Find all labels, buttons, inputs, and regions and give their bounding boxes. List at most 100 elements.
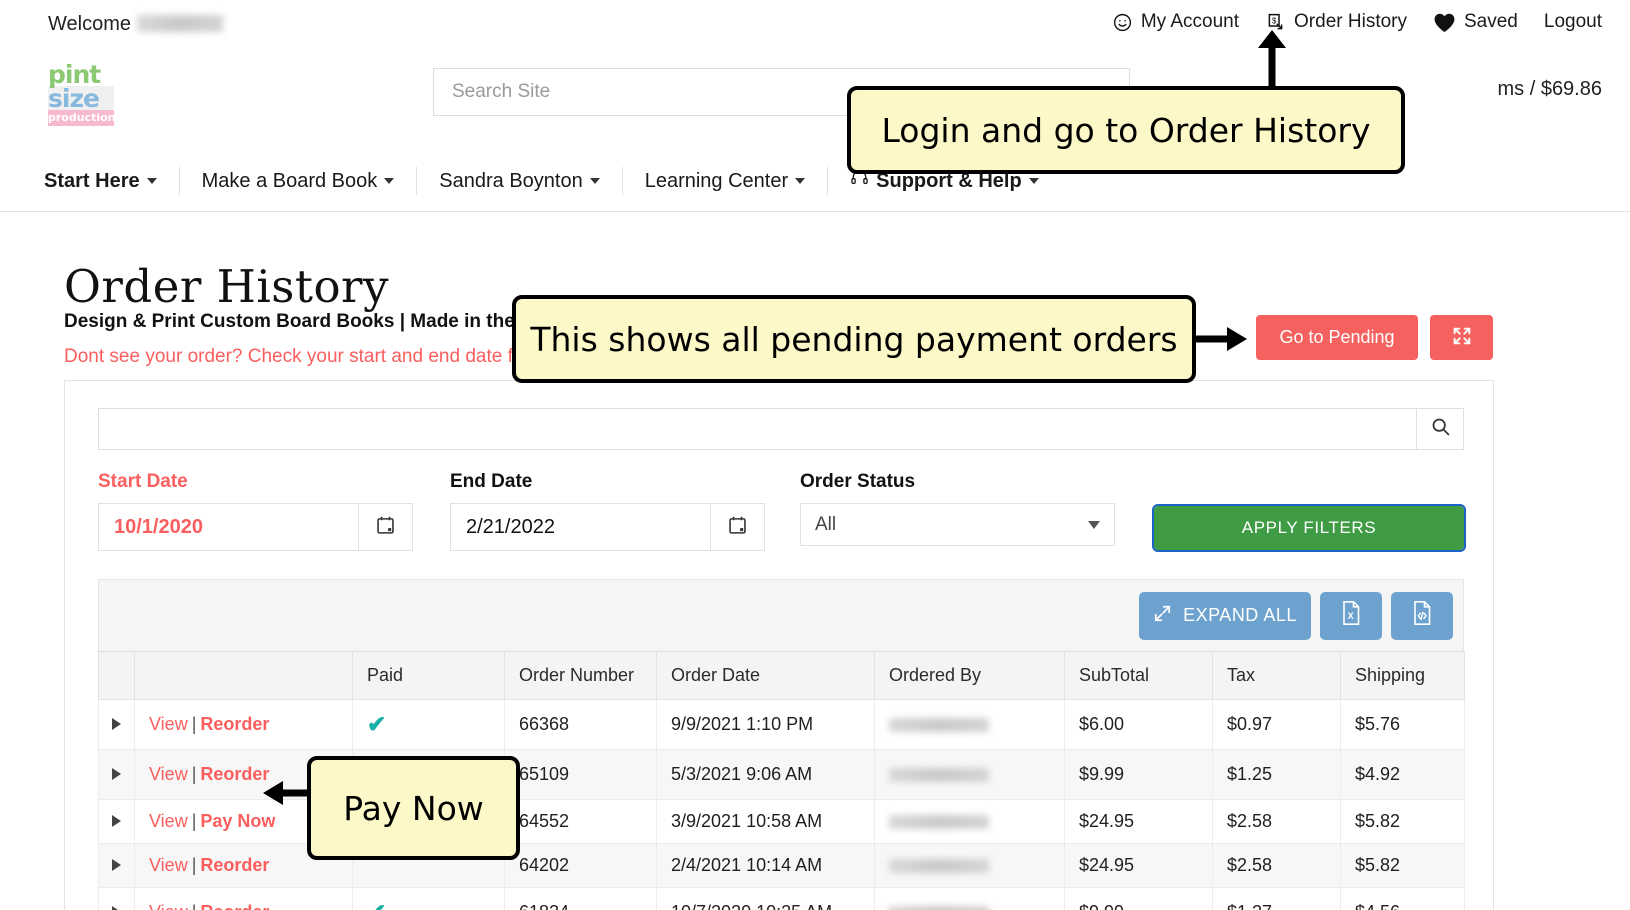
row-expand-toggle[interactable] — [98, 799, 135, 844]
action-separator: | — [191, 764, 197, 784]
start-date-field[interactable]: 10/1/2020 — [98, 503, 413, 551]
reorder-link[interactable]: Reorder — [200, 764, 269, 784]
smiley-icon — [1112, 12, 1133, 33]
row-tax: $2.58 — [1212, 799, 1341, 844]
expand-icon — [1451, 325, 1473, 350]
grid-toolbar: EXPAND ALL X — [98, 579, 1464, 651]
row-shipping: $4.92 — [1340, 749, 1465, 800]
nav-item-make-a-board-book[interactable]: Make a Board Book — [180, 166, 418, 195]
annotation-arrow-right — [1196, 327, 1247, 351]
chevron-down-icon — [384, 177, 395, 184]
redacted-customer-name: Bethany F — [889, 859, 989, 874]
row-order-date: 5/3/2021 9:06 AM — [656, 749, 875, 800]
triangle-right-icon — [112, 718, 121, 730]
keyword-search-button[interactable] — [1416, 408, 1464, 450]
chevron-down-icon — [1088, 520, 1100, 529]
utility-link-label: Order History — [1294, 11, 1407, 32]
row-tax: $0.97 — [1212, 699, 1341, 750]
row-subtotal: $6.00 — [1064, 699, 1213, 750]
order-status-value: All — [815, 513, 837, 535]
row-tax: $2.58 — [1212, 843, 1341, 888]
go-to-pending-button[interactable]: Go to Pending — [1256, 315, 1418, 360]
site-logo[interactable]: pint size productions — [48, 62, 123, 126]
start-date-calendar-button[interactable] — [358, 504, 412, 550]
row-order-number: 64552 — [504, 799, 657, 844]
triangle-right-icon — [112, 859, 121, 871]
code-file-icon — [1410, 600, 1434, 631]
fullscreen-toggle-button[interactable] — [1430, 315, 1493, 360]
page-tagline: Design & Print Custom Board Books | Made… — [64, 311, 561, 332]
row-actions: View |Reorder — [134, 887, 353, 910]
utility-link-my-account[interactable]: My Account — [1112, 11, 1239, 33]
apply-filters-button[interactable]: APPLY FILTERS — [1152, 504, 1466, 552]
reorder-link[interactable]: Reorder — [200, 855, 269, 875]
expand-all-button[interactable]: EXPAND ALL — [1139, 591, 1311, 640]
redacted-customer-name: Bethany F — [889, 718, 989, 733]
utility-link-label: Saved — [1464, 11, 1518, 32]
nav-item-sandra-boynton[interactable]: Sandra Boynton — [417, 166, 623, 195]
row-subtotal: $9.99 — [1064, 887, 1213, 910]
utility-bar: Welcome Bethany My Account $ — [0, 0, 1630, 52]
table-row[interactable]: View|Reorder ✔ 61824 10/7/2020 10:25 AM … — [98, 887, 1465, 910]
pay-now-link[interactable]: Pay Now — [200, 811, 275, 831]
nav-item-label: Start Here — [44, 169, 140, 192]
row-order-number: 61824 — [504, 887, 657, 910]
keyword-search-input[interactable] — [98, 408, 1416, 450]
keyword-search-row — [98, 408, 1464, 450]
calendar-icon — [375, 514, 396, 541]
page-title: Order History — [64, 260, 389, 313]
row-paid: ✔ — [352, 887, 505, 910]
check-icon: ✔ — [367, 711, 387, 737]
view-link[interactable]: View — [149, 855, 188, 875]
nav-item-learning-center[interactable]: Learning Center — [623, 166, 829, 195]
row-tax: $1.27 — [1212, 887, 1341, 910]
reorder-link[interactable]: Reorder — [200, 902, 269, 910]
row-expand-toggle[interactable] — [98, 887, 135, 910]
th-expand — [98, 651, 135, 700]
chevron-down-icon — [146, 177, 157, 184]
svg-text:X: X — [1348, 611, 1355, 621]
row-expand-toggle[interactable] — [98, 749, 135, 800]
utility-links: My Account $ Order History Saved Logout — [1112, 11, 1602, 33]
th-tax: Tax — [1212, 651, 1341, 700]
redacted-customer-name: Bethany F — [889, 906, 989, 910]
check-icon: ✔ — [367, 899, 386, 910]
th-order-date: Order Date — [656, 651, 875, 700]
view-link[interactable]: View — [149, 811, 188, 831]
cart-summary[interactable]: ms / $69.86 — [1497, 78, 1602, 101]
start-date-label: Start Date — [98, 471, 188, 492]
end-date-calendar-button[interactable] — [710, 504, 764, 550]
order-status-select[interactable]: All — [800, 503, 1115, 546]
view-link[interactable]: View — [149, 714, 188, 734]
th-actions — [134, 651, 353, 700]
row-expand-toggle[interactable] — [98, 699, 135, 750]
utility-link-logout[interactable]: Logout — [1544, 11, 1602, 33]
annotation-text: This shows all pending payment orders — [530, 319, 1178, 359]
action-separator: | — [191, 811, 197, 831]
utility-link-saved[interactable]: Saved — [1433, 11, 1518, 33]
reorder-link[interactable]: Reorder — [200, 714, 269, 734]
heart-icon — [1433, 12, 1456, 33]
nav-item-label: Make a Board Book — [201, 169, 378, 192]
row-paid: ✔ — [352, 699, 505, 750]
export-excel-button[interactable]: X — [1320, 591, 1382, 640]
view-link[interactable]: View — [149, 902, 188, 910]
row-order-date: 10/7/2020 10:25 AM — [656, 887, 875, 910]
table-row[interactable]: View|Reorder 64202 2/4/2021 10:14 AM Bet… — [98, 843, 1465, 888]
row-shipping: $5.82 — [1340, 799, 1465, 844]
calendar-icon — [727, 514, 748, 541]
end-date-field[interactable]: 2/21/2022 — [450, 503, 765, 551]
table-row[interactable]: View|Reorder ✔ 66368 9/9/2021 1:10 PM Be… — [98, 699, 1465, 750]
row-subtotal: $9.99 — [1064, 749, 1213, 800]
view-link[interactable]: View — [149, 764, 188, 784]
row-ordered-by: Bethany F — [874, 843, 1065, 888]
nav-item-start-here[interactable]: Start Here — [44, 166, 180, 195]
export-xml-button[interactable] — [1391, 591, 1453, 640]
th-shipping: Shipping — [1340, 651, 1465, 700]
filter-warning-text: Dont see your order? Check your start an… — [64, 346, 553, 367]
th-order-number: Order Number — [504, 651, 657, 700]
row-order-number: 66368 — [504, 699, 657, 750]
logo-line-productions: productions — [48, 110, 123, 126]
row-order-date: 9/9/2021 1:10 PM — [656, 699, 875, 750]
row-expand-toggle[interactable] — [98, 843, 135, 888]
